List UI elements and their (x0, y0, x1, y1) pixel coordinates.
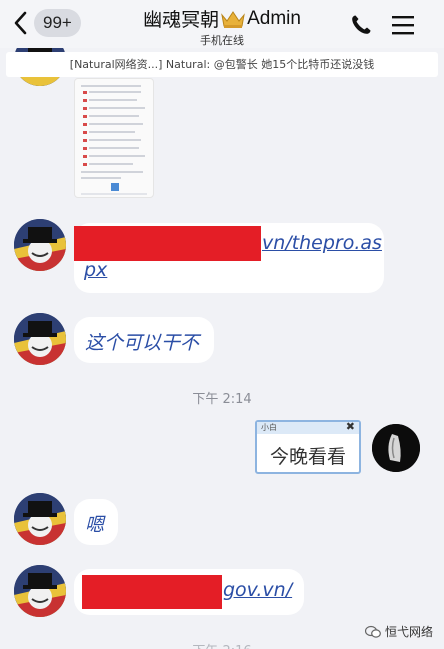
text-message[interactable]: 这个可以干不 (74, 317, 214, 363)
message-text: 这个可以干不 (85, 332, 200, 354)
time-divider: 下午 2:16 (0, 640, 444, 649)
sticker-text: 今晚看看 (269, 446, 346, 468)
link-message[interactable]: vn/thepro.as px (74, 223, 384, 293)
watermark: 恒弋网络 (365, 623, 433, 640)
link-text-line2[interactable]: px (84, 259, 107, 281)
message-text: 嗯 (85, 514, 105, 536)
chat-screen: 99+ 幽魂冥朝 Admin 手机在线 [Natural网络资...] Natu… (0, 0, 444, 649)
link-text-line1[interactable]: vn/thepro.as (262, 232, 382, 254)
image-message[interactable] (74, 78, 154, 198)
time-divider: 下午 2:14 (192, 392, 252, 407)
group-announcement[interactable]: [Natural网络资...] Natural: @包警长 她15个比特币还说没… (6, 52, 438, 77)
wechat-icon (365, 625, 381, 638)
redaction-bar (82, 575, 222, 609)
redaction-bar (74, 226, 261, 261)
close-icon: ✖ (345, 420, 355, 433)
avatar[interactable] (14, 313, 66, 365)
group-name: 幽魂冥朝 (143, 9, 220, 31)
chevron-left-icon (14, 11, 27, 35)
crown-icon (221, 10, 245, 28)
avatar[interactable] (14, 219, 66, 271)
self-avatar[interactable] (372, 424, 420, 472)
phone-icon[interactable] (349, 13, 373, 37)
chat-title[interactable]: 幽魂冥朝 Admin 手机在线 (112, 5, 332, 48)
menu-icon[interactable] (391, 14, 415, 36)
title-role: Admin (247, 7, 301, 29)
unread-badge: 99+ (34, 9, 81, 37)
chat-header: 99+ 幽魂冥朝 Admin 手机在线 (0, 0, 444, 48)
back-button[interactable]: 99+ (10, 8, 81, 38)
watermark-text: 恒弋网络 (385, 625, 434, 639)
link-text-line1[interactable]: gov.vn/ (223, 579, 292, 601)
sticker-message[interactable]: 小白 ✖ 今晚看看 (255, 420, 361, 474)
avatar[interactable] (14, 493, 66, 545)
link-message[interactable]: gov.vn/ (74, 569, 304, 615)
text-message[interactable]: 嗯 (74, 499, 118, 545)
sticker-label: 小白 (261, 423, 277, 432)
online-status: 手机在线 (200, 34, 244, 47)
avatar[interactable] (14, 565, 66, 617)
